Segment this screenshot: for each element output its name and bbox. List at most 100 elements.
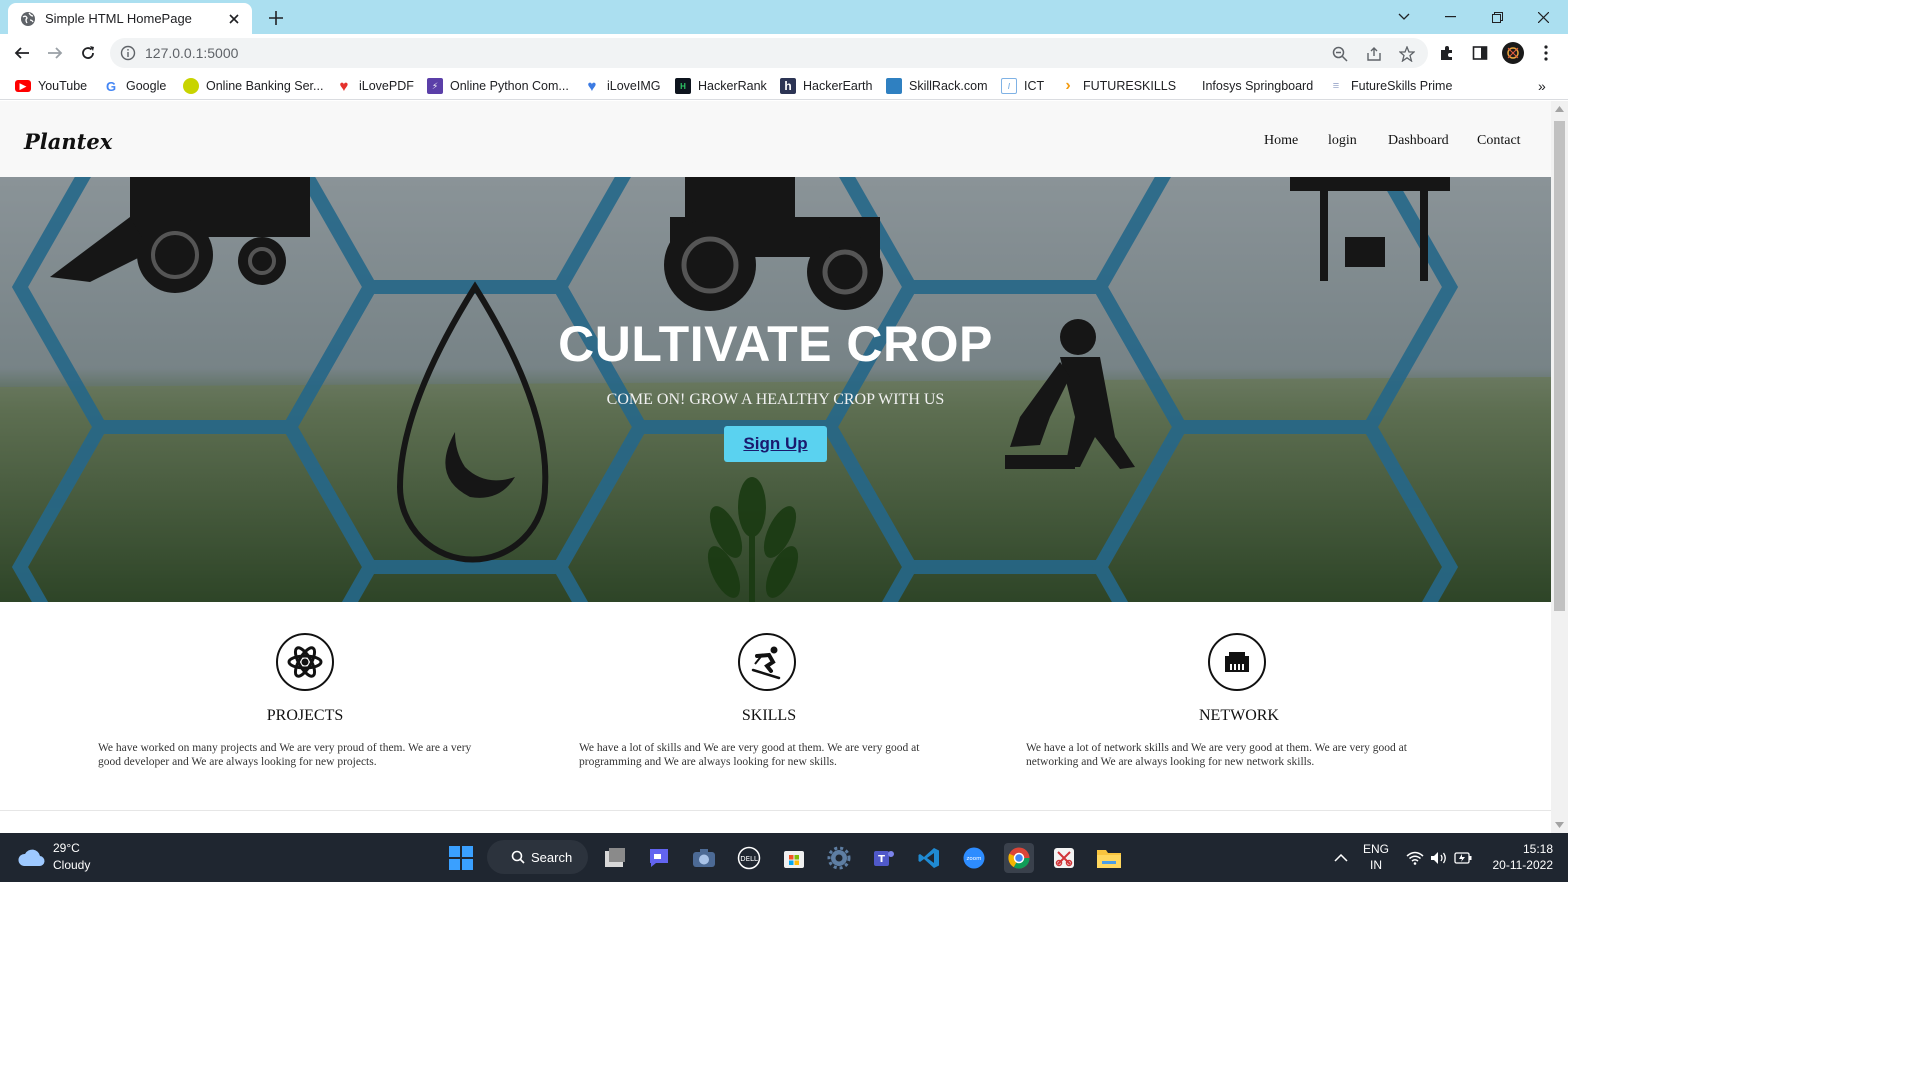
dell-icon[interactable]: DELL [734,843,764,873]
ict-icon: / [1001,78,1017,94]
chrome-icon[interactable] [1004,843,1034,873]
share-icon[interactable] [1364,44,1384,64]
nav-contact[interactable]: Contact [1477,133,1521,149]
language-indicator[interactable]: ENG [1356,842,1396,856]
bookmark-label: YouTube [38,79,88,93]
reload-button[interactable] [76,41,100,65]
scroll-down-icon[interactable] [1555,822,1564,828]
bookmark-label: Infosys Springboard [1202,79,1314,93]
bookmark-label: Online Python Com... [450,79,569,93]
hero-subtitle: COME ON! GROW A HEALTHY CROP WITH US [606,391,945,408]
bookmark-label: HackerRank [698,79,767,93]
clock-time[interactable]: 15:18 [1483,842,1553,856]
bookmarks-bar: ▶ YouTube G Google Online Banking Ser... ♥… [0,72,1568,100]
battery-icon[interactable] [1448,843,1478,873]
close-tab-icon[interactable] [224,9,244,29]
file-explorer-icon[interactable] [1094,843,1124,873]
microsoft-store-icon[interactable] [779,843,809,873]
bookmark-label: HackerEarth [803,79,873,93]
bookmark-label: Google [126,79,167,93]
weather-description[interactable]: Cloudy [53,858,90,872]
globe-icon [21,11,35,26]
svg-text:T: T [878,854,885,865]
snipping-tool-icon[interactable] [1049,843,1079,873]
cloud-icon[interactable] [16,843,46,873]
bookmark-ilovepdf[interactable]: ♥ iLovePDF [336,77,414,95]
more-bookmarks-icon[interactable]: » [1538,77,1546,95]
minimize-button[interactable] [1427,0,1473,34]
futureskills-prime-icon: ≡ [1332,80,1340,92]
camera-icon[interactable] [689,843,719,873]
windows-start-icon[interactable] [446,843,476,873]
nav-dashboard[interactable]: Dashboard [1388,133,1449,149]
bookmark-iloveimg[interactable]: ♥ iLoveIMG [584,77,661,95]
hero-banner: CULTIVATE CROP COME ON! GROW A HEALTHY C… [0,177,1551,602]
url-text: 127.0.0.1:5000 [145,45,239,61]
bookmark-infosys[interactable]: Infosys Springboard [1179,77,1313,95]
nav-login[interactable]: login [1328,133,1357,149]
chevron-up-icon[interactable] [1326,843,1356,873]
bookmark-hackerrank[interactable]: H HackerRank [675,77,767,95]
side-panel-icon[interactable] [1468,41,1492,65]
bookmark-youtube[interactable]: ▶ YouTube [15,77,87,95]
bookmark-skillrack[interactable]: SkillRack.com [886,77,988,95]
tab-search-icon[interactable] [1381,0,1427,34]
bookmark-label: SkillRack.com [909,79,988,93]
page-scrollbar[interactable] [1551,101,1568,833]
windows-taskbar: 29°C Cloudy Search DELL T zoom ENG IN 15… [0,833,1568,882]
new-tab-button[interactable] [264,6,288,30]
site-brand[interactable]: Plantex [24,129,112,154]
bookmark-online-python[interactable]: ⚡ Online Python Com... [427,77,569,95]
bookmark-star-icon[interactable] [1397,44,1417,64]
address-bar[interactable]: 127.0.0.1:5000 [110,38,1428,68]
bookmark-hackerearth[interactable]: h HackerEarth [780,77,872,95]
forward-button[interactable] [43,41,67,65]
settings-icon[interactable] [824,843,854,873]
chat-icon[interactable] [644,843,674,873]
google-icon: G [103,78,119,94]
teams-icon[interactable]: T [869,843,899,873]
hackerrank-icon: H [675,78,691,94]
nav-home[interactable]: Home [1264,133,1298,149]
language-region[interactable]: IN [1356,858,1396,872]
heart-icon: ♥ [339,77,349,95]
extensions-icon[interactable] [1435,41,1459,65]
skillrack-icon [886,78,902,94]
bookmark-label: ICT [1024,79,1045,93]
bookmark-ict[interactable]: / ICT [1001,77,1044,95]
task-view-icon[interactable] [600,843,630,873]
signup-button[interactable]: Sign Up [724,426,827,462]
feature-title-projects: PROJECTS [266,707,344,724]
hackerearth-icon: h [780,78,796,94]
web-page: Plantex Home login Dashboard Contact CUL… [0,101,1551,833]
close-window-button[interactable] [1520,0,1566,34]
tab-title: Simple HTML HomePage [45,11,192,26]
bookmark-label: iLoveIMG [607,79,661,93]
svg-text:DELL: DELL [740,855,758,863]
taskbar-search[interactable]: Search [487,840,588,874]
youtube-icon: ▶ [15,80,31,92]
feature-text-network-line-1: We have a lot of network skills and We a… [1026,742,1407,754]
browser-toolbar: 127.0.0.1:5000 [0,34,1568,72]
bookmark-futureskills-prime[interactable]: ≡ FutureSkills Prime [1328,77,1453,95]
zoom-icon[interactable] [1330,44,1350,64]
chrome-menu-icon[interactable] [1534,41,1558,65]
feature-title-skills: SKILLS [741,707,797,724]
scroll-up-icon[interactable] [1555,106,1564,112]
restore-button[interactable] [1474,0,1520,34]
scrollbar-thumb[interactable] [1554,121,1565,611]
weather-temperature[interactable]: 29°C [53,841,80,855]
bookmark-online-banking[interactable]: Online Banking Ser... [183,77,323,95]
bookmark-futureskills[interactable]: › FUTURESKILLS [1060,77,1176,95]
profile-avatar[interactable] [1501,41,1525,65]
search-icon [511,850,525,864]
back-button[interactable] [10,41,34,65]
clock-date[interactable]: 20-11-2022 [1478,858,1554,872]
bank-icon [183,78,199,94]
browser-tab-strip: Simple HTML HomePage [0,0,1568,34]
zoom-icon[interactable]: zoom [959,843,989,873]
bookmark-google[interactable]: G Google [103,77,166,95]
info-icon[interactable] [120,45,136,61]
browser-tab[interactable]: Simple HTML HomePage [8,3,252,34]
vscode-icon[interactable] [914,843,944,873]
